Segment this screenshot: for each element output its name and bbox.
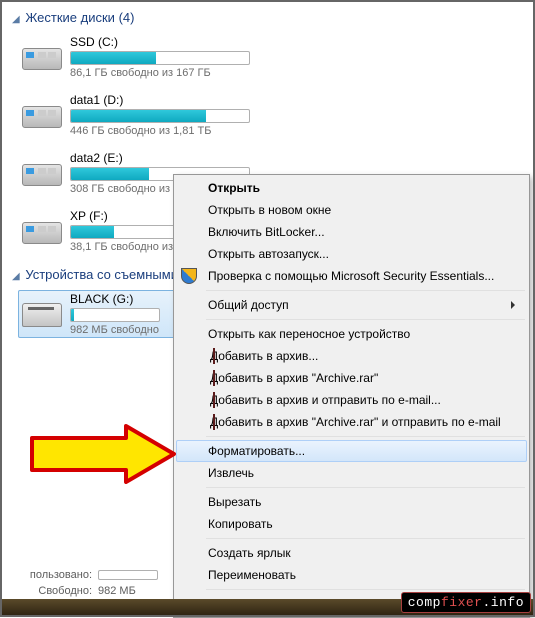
section-title: Жесткие диски xyxy=(25,10,115,25)
menu-open-portable[interactable]: Открыть как переносное устройство xyxy=(176,323,527,345)
free-value: 982 МБ xyxy=(98,585,136,597)
hdd-icon xyxy=(20,38,64,76)
used-label: пользовано: xyxy=(18,569,98,581)
menu-cut[interactable]: Вырезать xyxy=(176,491,527,513)
shield-icon xyxy=(181,268,197,284)
section-hard-drives[interactable]: ◢ Жесткие диски (4) xyxy=(10,6,525,31)
used-bar xyxy=(98,570,158,580)
submenu-arrow-icon xyxy=(511,301,519,309)
drive-free: 86,1 ГБ свободно из 167 ГБ xyxy=(70,67,264,79)
menu-sharing[interactable]: Общий доступ xyxy=(176,294,527,316)
menu-rename[interactable]: Переименовать xyxy=(176,564,527,586)
menu-add-archive-mail[interactable]: Добавить в архив и отправить по e-mail..… xyxy=(176,389,527,411)
menu-add-archive-rar-mail[interactable]: Добавить в архив "Archive.rar" и отправи… xyxy=(176,411,527,433)
winrar-icon xyxy=(213,348,215,364)
drive-name: SSD (C:) xyxy=(70,35,264,49)
collapse-icon: ◢ xyxy=(12,14,20,25)
watermark: compfixer.info xyxy=(401,592,531,613)
drive-name: data1 (D:) xyxy=(70,93,264,107)
drive-name: data2 (E:) xyxy=(70,151,264,165)
menu-bitlocker[interactable]: Включить BitLocker... xyxy=(176,221,527,243)
menu-copy[interactable]: Копировать xyxy=(176,513,527,535)
separator xyxy=(206,290,525,291)
separator xyxy=(206,436,525,437)
winrar-icon xyxy=(213,370,215,386)
context-menu: Открыть Открыть в новом окне Включить Bi… xyxy=(173,174,530,618)
winrar-icon xyxy=(213,392,215,408)
removable-drive-icon xyxy=(20,295,64,333)
annotation-arrow-icon xyxy=(30,424,176,484)
menu-autoplay[interactable]: Открыть автозапуск... xyxy=(176,243,527,265)
menu-open-new-window[interactable]: Открыть в новом окне xyxy=(176,199,527,221)
separator xyxy=(206,487,525,488)
drive-ssd-c[interactable]: SSD (C:) 86,1 ГБ свободно из 167 ГБ xyxy=(18,33,266,81)
drive-free: 446 ГБ свободно из 1,81 ТБ xyxy=(70,125,264,137)
menu-open[interactable]: Открыть xyxy=(176,177,527,199)
hdd-icon xyxy=(20,154,64,192)
status-panel: пользовано: Свободно: 982 МБ xyxy=(0,567,174,599)
hdd-icon xyxy=(20,212,64,250)
separator xyxy=(206,319,525,320)
collapse-icon: ◢ xyxy=(12,271,20,282)
section-count: (4) xyxy=(119,10,135,25)
hdd-icon xyxy=(20,96,64,134)
winrar-icon xyxy=(213,414,215,430)
menu-format[interactable]: Форматировать... xyxy=(176,440,527,462)
menu-add-archive[interactable]: Добавить в архив... xyxy=(176,345,527,367)
usage-bar xyxy=(70,109,250,123)
drive-data1-d[interactable]: data1 (D:) 446 ГБ свободно из 1,81 ТБ xyxy=(18,91,266,139)
menu-eject[interactable]: Извлечь xyxy=(176,462,527,484)
menu-mse-scan[interactable]: Проверка с помощью Microsoft Security Es… xyxy=(176,265,527,287)
separator xyxy=(206,589,525,590)
separator xyxy=(206,538,525,539)
usage-bar xyxy=(70,51,250,65)
menu-add-archive-rar[interactable]: Добавить в архив "Archive.rar" xyxy=(176,367,527,389)
free-label: Свободно: xyxy=(18,585,98,597)
usage-bar xyxy=(70,308,160,322)
menu-create-shortcut[interactable]: Создать ярлык xyxy=(176,542,527,564)
